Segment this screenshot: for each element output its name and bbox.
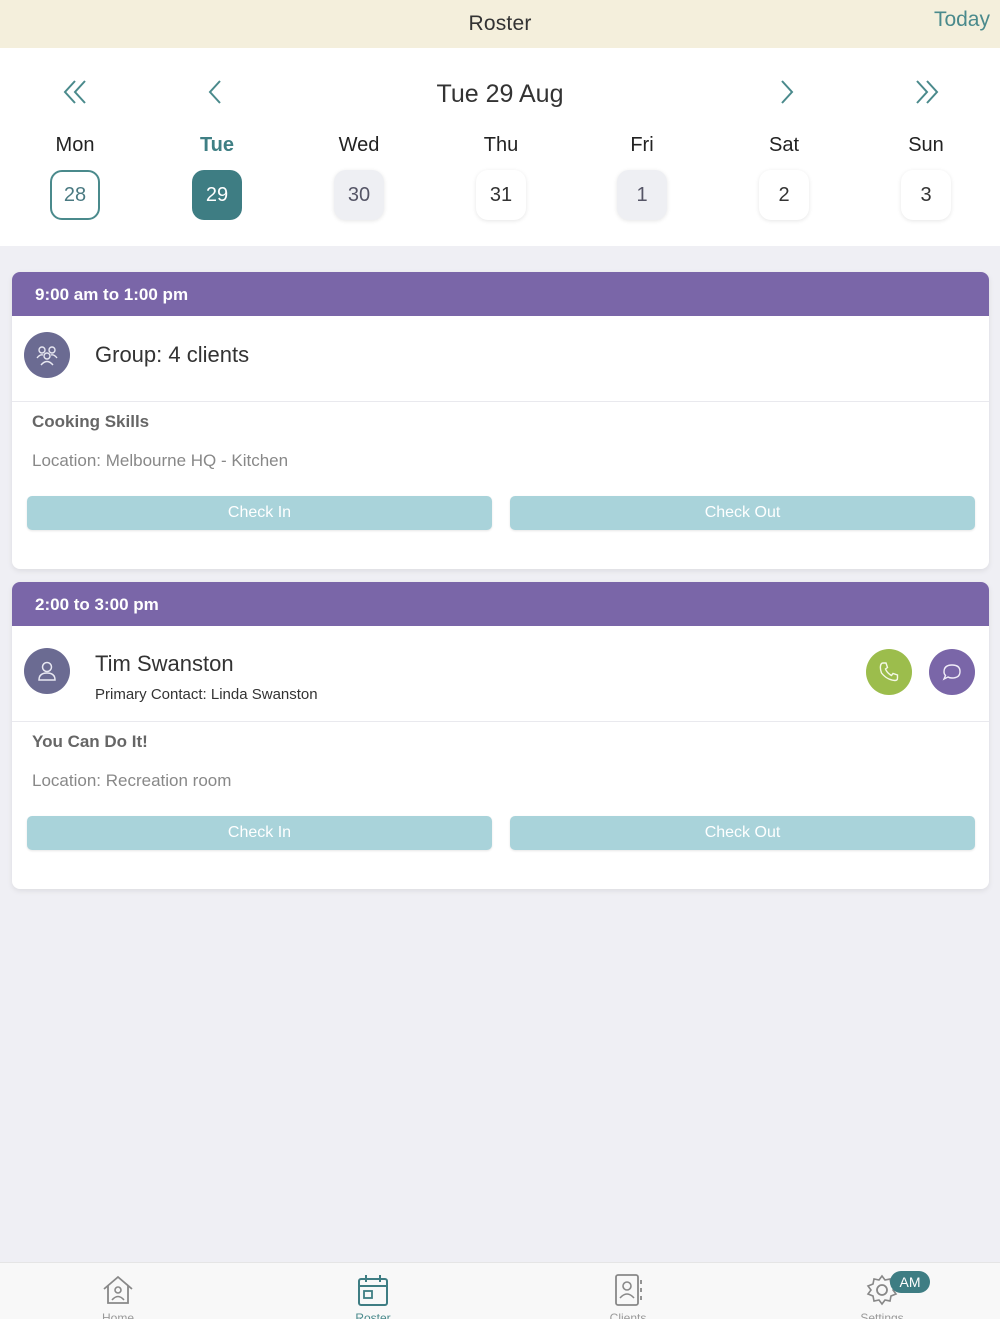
calendar-icon bbox=[358, 1275, 388, 1306]
contacts-icon bbox=[615, 1274, 642, 1306]
tab-bar: Home Roster Clients Settings AM bbox=[0, 1262, 1000, 1319]
day-number[interactable]: 31 bbox=[476, 170, 526, 220]
client-name: Tim Swanston bbox=[95, 651, 234, 676]
day-selector: Mon 28 Tue 29 Wed 30 Thu 31 Fri 1 Sat 2 … bbox=[0, 134, 1000, 224]
day-name: Mon bbox=[55, 134, 95, 156]
double-chevron-right-icon bbox=[916, 80, 939, 104]
page-title: Roster bbox=[468, 12, 532, 35]
shift-card: 2:00 to 3:00 pm Tim Swanston Primary Con… bbox=[12, 582, 989, 889]
location-text: Location: Melbourne HQ - Kitchen bbox=[32, 451, 289, 470]
day-number[interactable]: 30 bbox=[334, 170, 384, 220]
chevron-right-icon bbox=[781, 80, 794, 104]
day-number[interactable]: 28 bbox=[50, 170, 100, 220]
group-avatar bbox=[24, 332, 70, 378]
message-button[interactable] bbox=[929, 649, 975, 695]
check-in-button[interactable]: Check In bbox=[27, 816, 492, 850]
check-buttons: Check In Check Out bbox=[12, 481, 989, 563]
next-day-button[interactable] bbox=[766, 76, 806, 108]
day-sat[interactable]: Sat 2 bbox=[739, 134, 829, 220]
client-name: Group: 4 clients bbox=[95, 342, 250, 367]
day-tue[interactable]: Tue 29 bbox=[172, 134, 262, 220]
day-fri[interactable]: Fri 1 bbox=[597, 134, 687, 220]
user-initials-badge: AM bbox=[890, 1271, 930, 1293]
tab-roster[interactable]: Roster bbox=[313, 1271, 433, 1319]
navigation-bar: Roster Today bbox=[0, 0, 1000, 48]
location-text: Location: Recreation room bbox=[32, 771, 232, 790]
client-row[interactable]: Group: 4 clients bbox=[12, 316, 989, 402]
check-in-button[interactable]: Check In bbox=[27, 496, 492, 530]
activity-name: You Can Do It! bbox=[32, 732, 148, 751]
tab-label: Roster bbox=[355, 1311, 391, 1319]
primary-contact: Primary Contact: Linda Swanston bbox=[95, 686, 318, 703]
day-wed[interactable]: Wed 30 bbox=[314, 134, 404, 220]
next-week-button[interactable] bbox=[906, 76, 946, 108]
day-name: Thu bbox=[483, 134, 519, 156]
day-name: Sat bbox=[768, 134, 800, 156]
day-name: Sun bbox=[908, 134, 944, 156]
day-number[interactable]: 3 bbox=[901, 170, 951, 220]
day-name: Tue bbox=[199, 134, 235, 156]
check-out-button[interactable]: Check Out bbox=[510, 496, 975, 530]
day-name: Fri bbox=[630, 134, 654, 156]
shift-card: 9:00 am to 1:00 pm Group: 4 clients Cook… bbox=[12, 272, 989, 569]
shift-time: 9:00 am to 1:00 pm bbox=[12, 272, 989, 316]
phone-icon bbox=[879, 662, 899, 682]
day-mon[interactable]: Mon 28 bbox=[30, 134, 120, 220]
selected-date-title: Tue 29 Aug bbox=[436, 80, 564, 108]
tab-label: Clients bbox=[609, 1311, 647, 1319]
shift-time: 2:00 to 3:00 pm bbox=[12, 582, 989, 626]
person-icon bbox=[38, 661, 56, 681]
today-button[interactable]: Today bbox=[934, 8, 990, 32]
week-calendar: Tue 29 Aug Mon 28 Tue 29 Wed 30 Thu 31 F… bbox=[0, 48, 1000, 246]
group-icon bbox=[36, 346, 58, 366]
tab-home[interactable]: Home bbox=[58, 1271, 178, 1319]
home-icon bbox=[103, 1275, 133, 1304]
activity-name: Cooking Skills bbox=[32, 412, 150, 431]
client-row[interactable]: Tim Swanston Primary Contact: Linda Swan… bbox=[12, 626, 989, 722]
day-number[interactable]: 2 bbox=[759, 170, 809, 220]
day-sun[interactable]: Sun 3 bbox=[881, 134, 971, 220]
call-button[interactable] bbox=[866, 649, 912, 695]
chat-bubble-icon bbox=[942, 664, 961, 681]
check-out-button[interactable]: Check Out bbox=[510, 816, 975, 850]
client-avatar bbox=[24, 648, 70, 694]
day-number[interactable]: 1 bbox=[617, 170, 667, 220]
tab-label: Home bbox=[101, 1311, 134, 1319]
day-name: Wed bbox=[338, 134, 380, 156]
tab-clients[interactable]: Clients bbox=[568, 1271, 688, 1319]
day-thu[interactable]: Thu 31 bbox=[456, 134, 546, 220]
tab-label: Settings bbox=[860, 1311, 904, 1319]
check-buttons: Check In Check Out bbox=[12, 801, 989, 883]
day-number[interactable]: 29 bbox=[192, 170, 242, 220]
